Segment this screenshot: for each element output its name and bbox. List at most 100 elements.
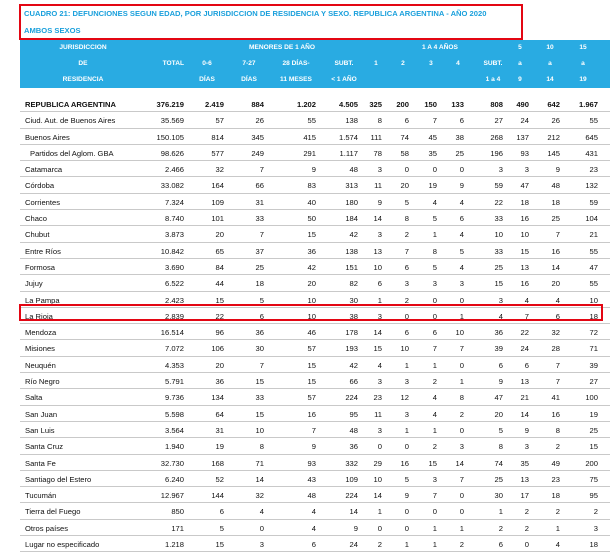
table-row: Santa Cruz 1.940 19 8 9 36 0 0 2 3 8 3 2 15 — [20, 438, 610, 455]
table-row: Chubut 3.873 20 7 15 42 3 2 1 4 10 10 7 21 — [20, 226, 610, 243]
cell-value: 47 — [589, 262, 598, 272]
cell-value: 23 — [551, 474, 560, 484]
cell-value: 31 — [215, 425, 224, 435]
cell-value: 9 — [353, 523, 358, 533]
jurisdiccion-name: Chaco — [25, 214, 47, 224]
cell-value: 7 — [259, 360, 264, 370]
cell-value: 7 — [459, 474, 464, 484]
cell-value: 57 — [215, 116, 224, 126]
cell-value: 55 — [589, 116, 598, 126]
cell-value: 32 — [215, 165, 224, 175]
cell-value: 21 — [520, 393, 529, 403]
cell-value: 0 — [404, 442, 409, 452]
jurisdiccion-name: Formosa — [25, 262, 55, 272]
cell-value: 19 — [428, 181, 437, 191]
cell-value: 106 — [211, 344, 224, 354]
cell-value: 3 — [524, 165, 529, 175]
cell-value: 138 — [345, 116, 358, 126]
cell-value: 193 — [345, 344, 358, 354]
cell-value: 1.117 — [339, 148, 358, 158]
cell-value: 15 — [215, 540, 224, 550]
cell-value: 9 — [524, 425, 529, 435]
cell-value: 4 — [377, 360, 382, 370]
table-row: Río Negro 5.791 36 15 15 66 3 3 2 1 9 13 7 27 — [20, 373, 610, 390]
header-jurisdiccion-3: RESIDENCIA — [62, 76, 104, 83]
cell-value: 59 — [494, 181, 503, 191]
cell-value: 14 — [373, 328, 382, 338]
header-subt-menor: SUBT. — [334, 60, 354, 67]
cell-value: 7.072 — [164, 344, 184, 354]
cell-value: 38 — [455, 132, 464, 142]
cell-value: 71 — [255, 458, 264, 468]
cell-value: 3 — [459, 279, 464, 289]
jurisdiccion-name: Río Negro — [25, 377, 60, 387]
cell-value: 8 — [259, 442, 264, 452]
cell-value: 7 — [432, 116, 437, 126]
cell-value: 10 — [373, 262, 382, 272]
cell-value: 14 — [520, 409, 529, 419]
cell-value: 1 — [404, 425, 409, 435]
cell-value: 11 — [374, 181, 382, 191]
jurisdiccion-name: Ciud. Aut. de Buenos Aires — [25, 116, 116, 126]
jurisdiccion-name: Corrientes — [25, 197, 61, 207]
cell-value: 50 — [307, 214, 316, 224]
cell-value: 6 — [432, 328, 437, 338]
cell-value: 2 — [404, 230, 409, 240]
cell-value: 224 — [345, 393, 358, 403]
cell-value: 4 — [459, 230, 464, 240]
cell-value: 15 — [255, 377, 264, 387]
cell-value: 2 — [377, 540, 382, 550]
cell-value: 1 — [404, 360, 409, 370]
table-row: Ciud. Aut. de Buenos Aires 35.569 57 26 55 13… — [20, 112, 610, 129]
jurisdiccion-name: Santa Fe — [25, 458, 56, 468]
cell-value: 4 — [555, 540, 560, 550]
cell-value: 8 — [459, 393, 464, 403]
cell-value: 0 — [404, 165, 409, 175]
cell-value: 268 — [490, 132, 503, 142]
cell-value: 96 — [215, 328, 224, 338]
cell-value: 0 — [459, 360, 464, 370]
cell-value: 25 — [255, 262, 264, 272]
cell-value: 6 — [377, 279, 382, 289]
cell-value: 66 — [349, 377, 358, 387]
cell-value: 9 — [555, 165, 560, 175]
cell-value: 52 — [215, 474, 224, 484]
cell-value: 74 — [400, 132, 409, 142]
cell-value: 2 — [524, 523, 529, 533]
header-0-6: 0-6 — [202, 60, 212, 67]
cell-value: 8 — [432, 246, 437, 256]
cell-value: 72 — [589, 328, 598, 338]
cell-value: 83 — [307, 181, 316, 191]
cell-value: 2 — [555, 507, 560, 517]
table-subtitle: AMBOS SEXOS — [24, 26, 81, 35]
cell-value: 14 — [373, 491, 382, 501]
cell-value: 171 — [171, 523, 184, 533]
jurisdiccion-name: San Luis — [25, 425, 55, 435]
jurisdiccion-name: Córdoba — [25, 181, 55, 191]
table-row: Lugar no especificado 1.218 15 3 6 24 2 1 1 2 6 0 4 1… — [20, 536, 610, 552]
cell-value: 1 — [377, 507, 382, 517]
cell-value: 39 — [589, 360, 598, 370]
cell-value: 137 — [516, 132, 529, 142]
cell-value: 22 — [520, 328, 529, 338]
cell-value: 3 — [404, 409, 409, 419]
table-row: Córdoba 33.082 164 66 83 313 11 20 19 9 59 47 48 132 — [20, 177, 610, 194]
cell-value: 1 — [498, 507, 503, 517]
cell-value: 20 — [215, 360, 224, 370]
cell-value: 16 — [400, 458, 409, 468]
table-row: Catamarca 2.466 32 7 9 48 3 0 0 0 3 3 9 23 — [20, 161, 610, 178]
cell-value: 850 — [171, 507, 184, 517]
cell-value: 0 — [432, 507, 437, 517]
cell-value: 184 — [345, 214, 358, 224]
cell-value: 14 — [255, 474, 264, 484]
table-row: San Juan 5.598 64 15 16 95 11 3 4 2 20 14 16 19 — [20, 406, 610, 422]
cell-value: 6 — [498, 540, 503, 550]
cell-value: 2 — [524, 507, 529, 517]
cell-value: 15 — [307, 230, 316, 240]
cell-value: 0 — [404, 507, 409, 517]
cell-value: 14 — [373, 214, 382, 224]
cell-value: 35 — [520, 458, 529, 468]
cell-value: 15 — [589, 442, 598, 452]
cell-value: 16 — [551, 409, 560, 419]
cell-value: 4 — [259, 507, 264, 517]
